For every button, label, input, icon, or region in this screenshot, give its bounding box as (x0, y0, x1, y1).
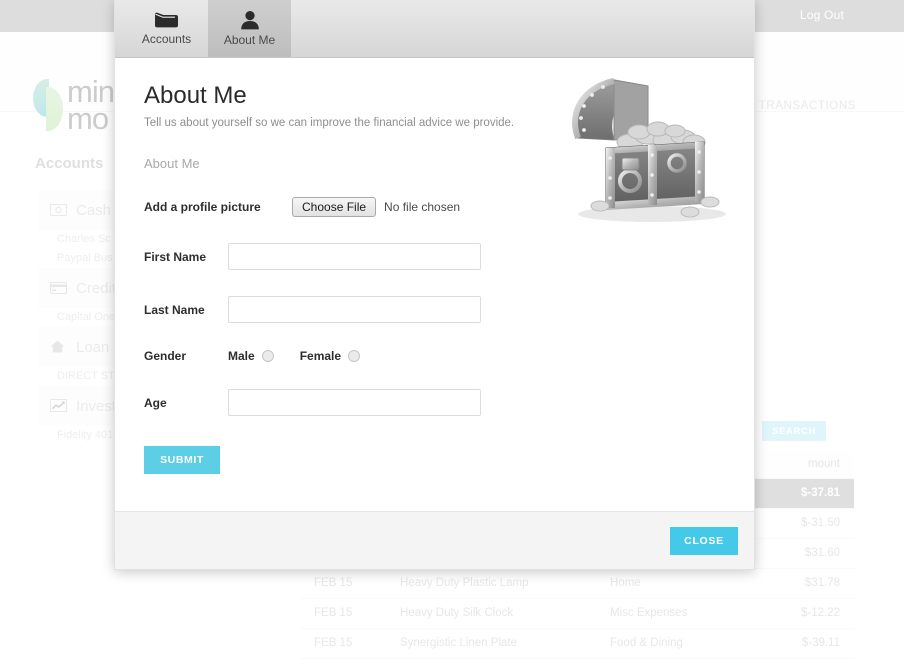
app-root: Log Out mint mo TRANSACTIONS Accounts Ca… (0, 0, 904, 664)
gender-options: Male Female (228, 349, 386, 363)
age-input[interactable] (228, 389, 481, 416)
modal-footer: CLOSE (115, 511, 754, 569)
last-name-row: Last Name (144, 296, 725, 323)
tab-label: About Me (223, 32, 276, 47)
tab-about-me[interactable]: About Me (208, 0, 291, 57)
first-name-row: First Name (144, 243, 725, 270)
age-label: Age (144, 395, 167, 410)
gender-male-label: Male (228, 349, 255, 363)
modal-tabstrip: Accounts About Me (115, 0, 754, 58)
profile-picture-label: Add a profile picture (144, 200, 261, 214)
person-icon (239, 10, 261, 30)
gender-male-radio[interactable] (261, 350, 274, 362)
gender-label: Gender (144, 349, 187, 363)
close-button[interactable]: CLOSE (670, 526, 738, 555)
tab-accounts[interactable]: Accounts (125, 0, 208, 57)
folder-icon (154, 10, 179, 29)
treasure-chest-image (544, 66, 740, 226)
age-row: Age (144, 389, 725, 416)
modal-body: About Me Tell us about yourself so we ca… (115, 58, 754, 513)
file-status-text: No file chosen (384, 200, 461, 214)
tab-label: Accounts (141, 32, 192, 46)
about-me-modal: Accounts About Me About Me Tell us about… (114, 0, 755, 570)
choose-file-button[interactable]: Choose File (292, 197, 377, 217)
last-name-label: Last Name (144, 302, 205, 317)
first-name-input[interactable] (228, 243, 481, 270)
submit-button[interactable]: SUBMIT (144, 446, 220, 474)
gender-female-radio[interactable] (348, 350, 361, 362)
gender-female-label: Female (299, 349, 342, 363)
gender-row: Gender Male Female (144, 349, 725, 363)
last-name-input[interactable] (228, 296, 481, 323)
first-name-label: First Name (144, 249, 207, 264)
